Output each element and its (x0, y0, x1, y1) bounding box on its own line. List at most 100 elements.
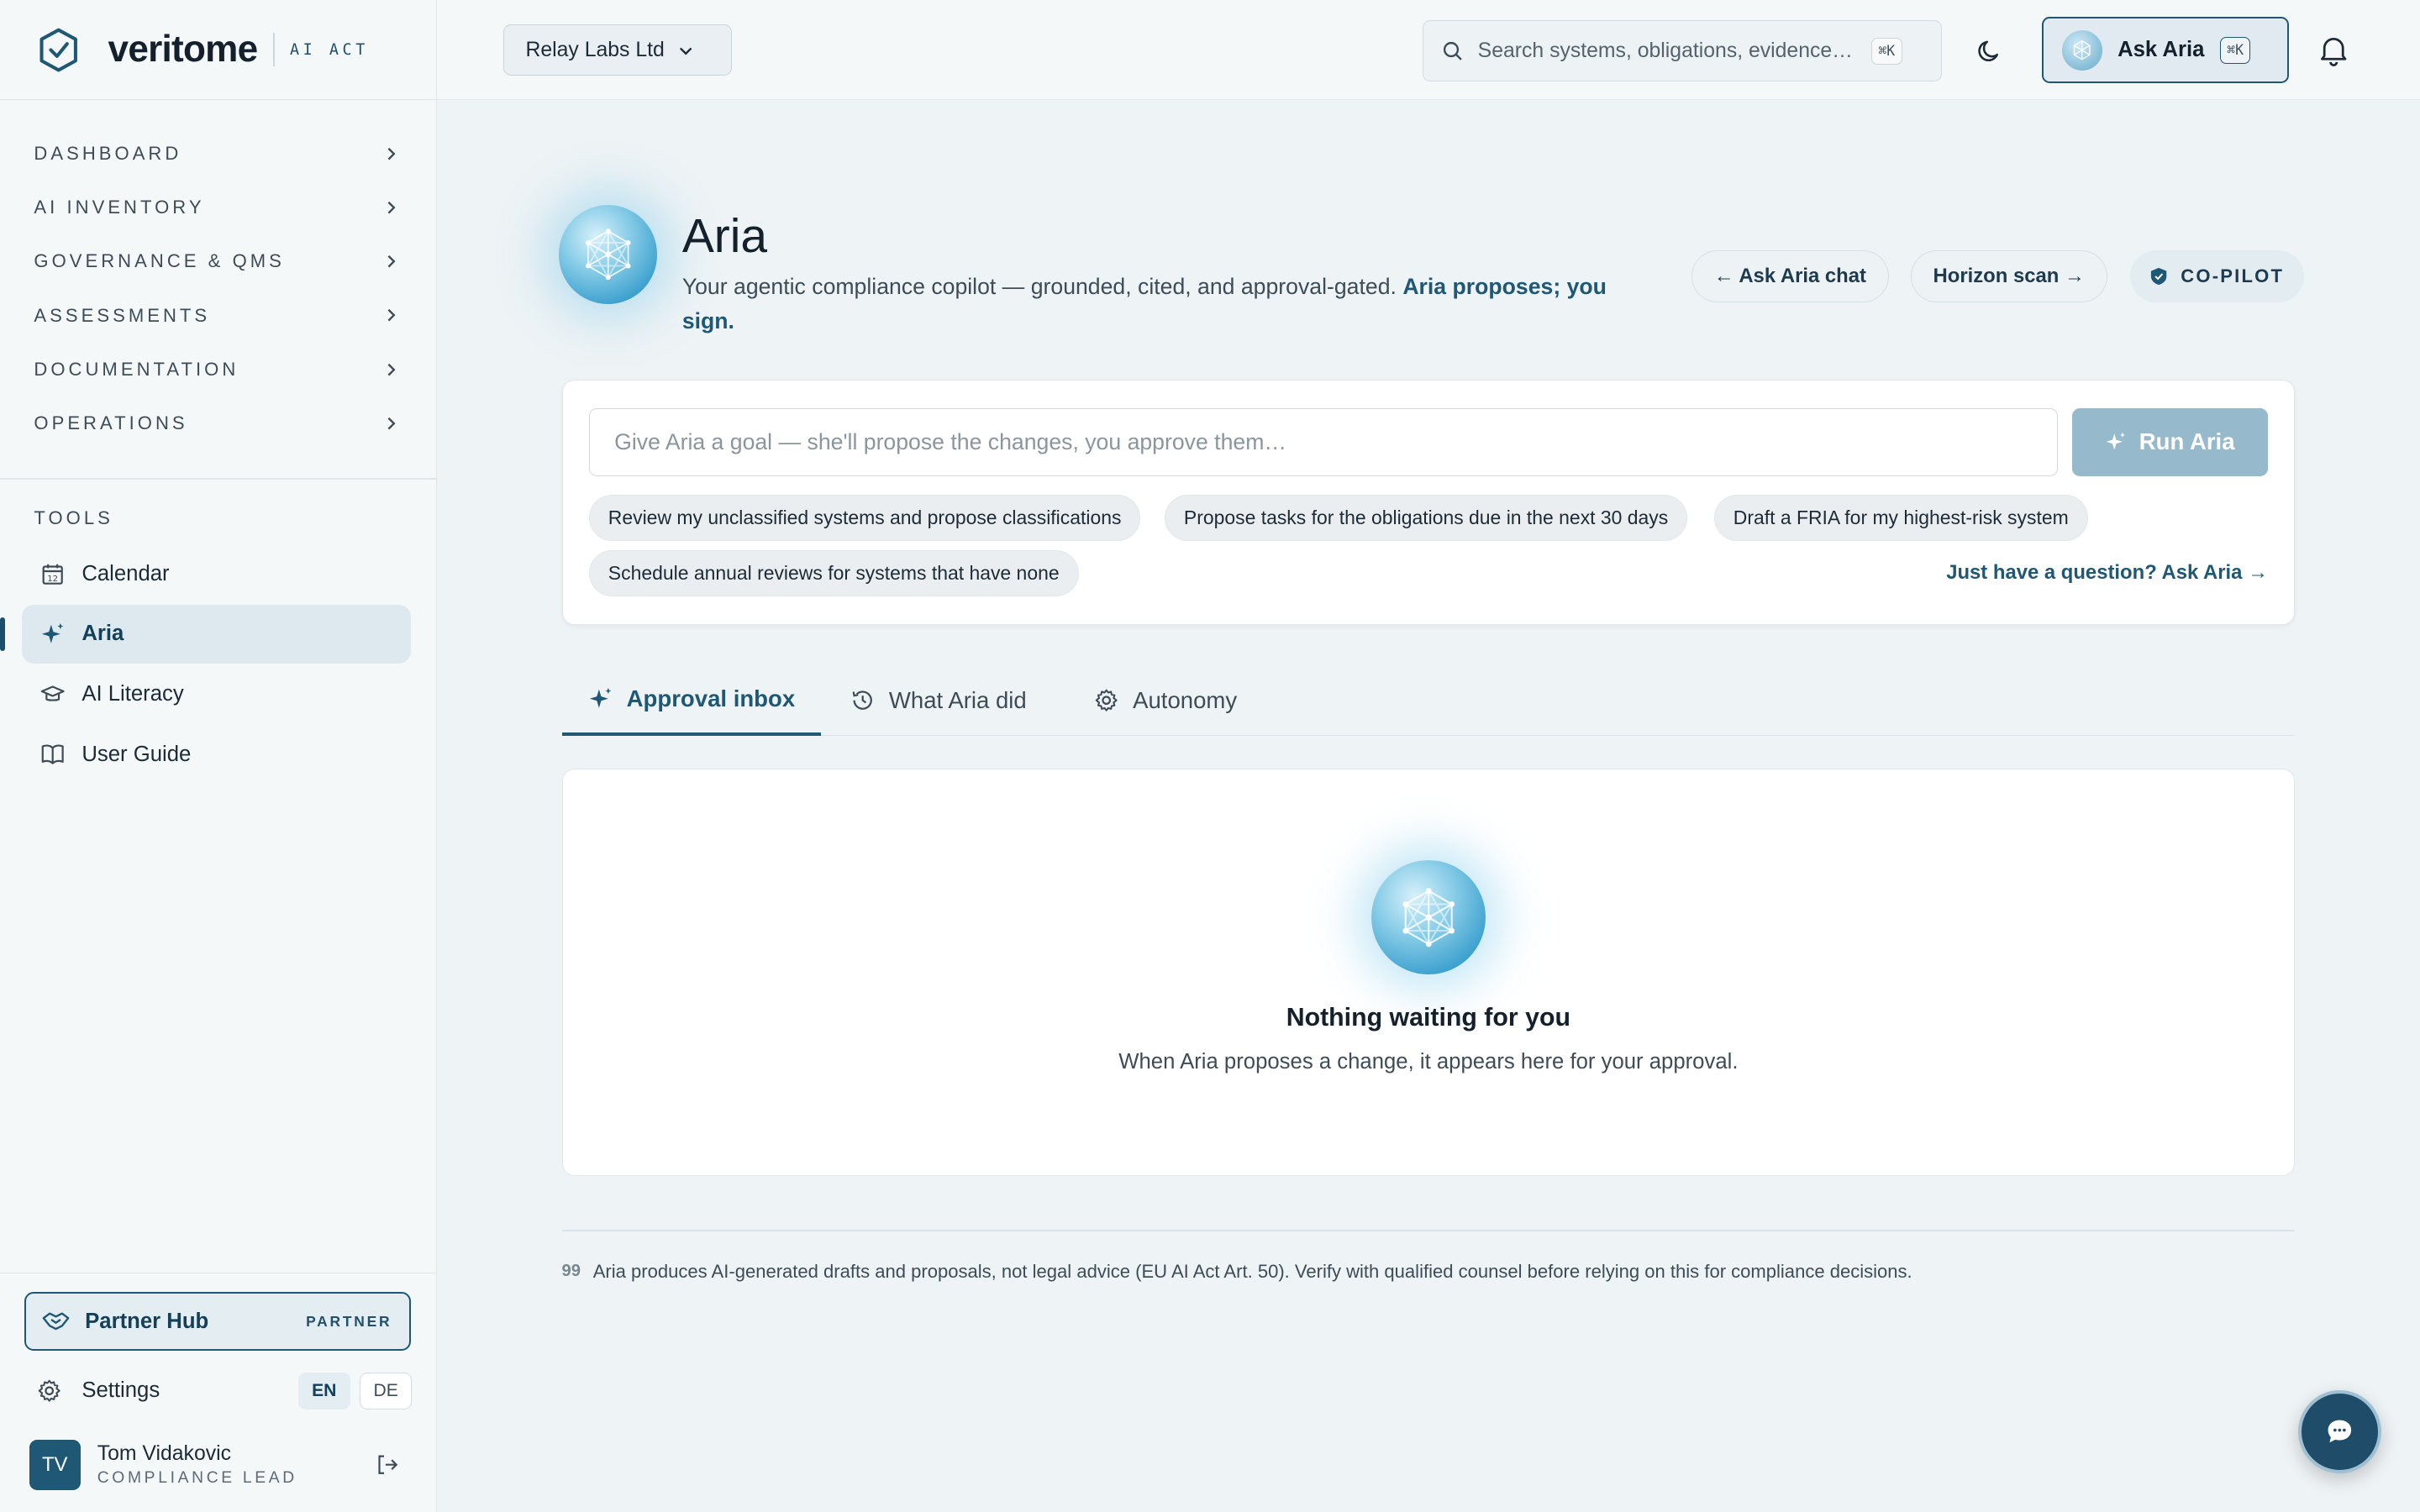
gear-icon (37, 1378, 61, 1403)
brand-tag: AI ACT (289, 40, 369, 59)
footer-divider (561, 1229, 2296, 1231)
empty-state-subtitle: When Aria proposes a change, it appears … (1118, 1049, 1739, 1074)
topbar: Relay Labs Ltd ⌘K Ask Aria ⌘K (436, 0, 2420, 101)
moon-icon[interactable] (1975, 37, 2003, 65)
nav-item-label: ASSESSMENTS (34, 304, 211, 326)
tab-label: Approval inbox (626, 685, 796, 711)
sidebar-item-label: Aria (82, 622, 124, 646)
empty-state-title: Nothing waiting for you (1286, 1003, 1570, 1032)
gear-icon (1094, 688, 1118, 712)
partner-hub-button[interactable]: Partner Hub PARTNER (24, 1292, 411, 1352)
ask-aria-shortcut: ⌘K (2219, 36, 2251, 64)
nav-item-label: DASHBOARD (34, 142, 182, 164)
aria-orb-icon (558, 205, 658, 304)
sidebar-item-label: AI Literacy (82, 681, 184, 706)
nav-item-dashboard[interactable]: DASHBOARD (0, 127, 436, 181)
sidebar-item-label: Calendar (82, 561, 170, 585)
legal-disclaimer: 99 Aria produces AI-generated drafts and… (562, 1261, 1912, 1283)
tab-label: Autonomy (1133, 686, 1238, 713)
page-title: Aria (681, 208, 768, 263)
nav-item-label: OPERATIONS (34, 412, 188, 434)
user-name: Tom Vidakovic (97, 1442, 232, 1466)
bell-icon[interactable] (2317, 33, 2350, 66)
disclaimer-text: Aria produces AI-generated drafts and pr… (592, 1260, 1912, 1282)
settings-row: Settings EN DE (37, 1371, 413, 1411)
goal-input[interactable] (588, 407, 2059, 476)
tools-section-label: TOOLS (34, 507, 113, 529)
nav-item-documentation[interactable]: DOCUMENTATION (0, 343, 436, 396)
nav-item-label: DOCUMENTATION (34, 358, 239, 380)
handshake-icon (42, 1310, 70, 1332)
run-aria-label: Run Aria (2139, 428, 2235, 455)
avatar[interactable]: TV (29, 1439, 81, 1491)
brand[interactable]: veritome AI ACT (0, 0, 436, 101)
nav-item-governance[interactable]: GOVERNANCE & QMS (0, 234, 436, 288)
logout-icon[interactable] (375, 1452, 399, 1477)
lang-en-button[interactable]: EN (297, 1372, 350, 1410)
subtitle-text: Your agentic compliance copilot — ground… (681, 274, 1397, 300)
language-switcher: EN DE (297, 1372, 413, 1410)
brand-name: veritome (108, 29, 259, 71)
ask-aria-label: Ask Aria (2118, 38, 2205, 62)
tab-label: What Aria did (888, 686, 1027, 713)
ask-question-link[interactable]: Just have a question? Ask Aria → (1946, 561, 2268, 585)
shield-check-logo-icon (37, 27, 80, 73)
empty-state-orb (1370, 860, 1486, 974)
nav-item-operations[interactable]: OPERATIONS (0, 396, 436, 450)
lang-de-button[interactable]: DE (359, 1372, 413, 1410)
goal-composer: Run Aria Review my unclassified systems … (561, 379, 2296, 625)
partner-badge: PARTNER (306, 1312, 392, 1330)
book-icon (40, 742, 65, 766)
chevron-right-icon (383, 362, 398, 377)
sparkle-icon (40, 622, 65, 646)
page-subtitle: Your agentic compliance copilot — ground… (682, 270, 1647, 338)
nav-item-ai-inventory[interactable]: AI INVENTORY (0, 181, 436, 234)
app-root: veritome AI ACT DASHBOARD AI INVENTORY G… (0, 0, 2420, 1512)
aria-tabs: Approval inbox What Aria did Autonomy (561, 665, 2296, 737)
quote-icon: 99 (561, 1262, 581, 1281)
shield-icon (2150, 267, 2167, 286)
suggestion-chip[interactable]: Review my unclassified systems and propo… (588, 494, 1141, 541)
sidebar-item-user-guide[interactable]: User Guide (22, 725, 412, 784)
chevron-right-icon (383, 416, 398, 431)
suggestion-chip[interactable]: Propose tasks for the obligations due in… (1164, 494, 1688, 541)
sidebar-item-calendar[interactable]: 12 Calendar (22, 544, 412, 603)
tab-approval-inbox[interactable]: Approval inbox (561, 665, 822, 737)
tab-autonomy[interactable]: Autonomy (1068, 665, 1263, 736)
sparkle-icon (588, 686, 613, 711)
chevron-right-icon (383, 200, 398, 215)
chevron-right-icon (383, 254, 398, 269)
suggestion-chip[interactable]: Draft a FRIA for my highest-risk system (1713, 494, 2088, 541)
brand-divider (272, 32, 275, 67)
ask-aria-chat-button[interactable]: ← Ask Aria chat (1691, 249, 1889, 302)
chat-fab-button[interactable] (2297, 1389, 2381, 1474)
suggestion-chip[interactable]: Schedule annual reviews for systems that… (588, 549, 1079, 596)
mode-badge: CO-PILOT (2129, 249, 2304, 302)
search-icon (1442, 40, 1464, 62)
run-aria-button[interactable]: Run Aria (2071, 407, 2269, 476)
sidebar-item-ai-literacy[interactable]: AI Literacy (22, 665, 412, 724)
history-icon (850, 688, 875, 712)
sidebar-item-aria[interactable]: Aria (0, 604, 412, 664)
calendar-icon: 12 (40, 562, 65, 586)
org-selector[interactable]: Relay Labs Ltd (502, 24, 732, 76)
org-name: Relay Labs Ltd (525, 38, 665, 61)
chevron-down-icon (678, 43, 693, 58)
horizon-scan-button[interactable]: Horizon scan → (1910, 249, 2107, 302)
chevron-right-icon (383, 307, 398, 323)
main-content: Aria Your agentic compliance copilot — g… (437, 100, 2420, 1512)
ask-aria-button[interactable]: Ask Aria ⌘K (2041, 17, 2289, 84)
aria-orb-icon (2061, 29, 2102, 71)
svg-text:12: 12 (47, 574, 58, 583)
nav-item-label: GOVERNANCE & QMS (34, 250, 285, 272)
sidebar: veritome AI ACT DASHBOARD AI INVENTORY G… (0, 0, 437, 1512)
search-shortcut: ⌘K (1871, 37, 1902, 65)
nav-item-assessments[interactable]: ASSESSMENTS (0, 288, 436, 342)
user-role: COMPLIANCE LEAD (97, 1468, 297, 1487)
tab-what-aria-did[interactable]: What Aria did (824, 665, 1053, 736)
partner-hub-label: Partner Hub (85, 1309, 209, 1333)
mode-badge-label: CO-PILOT (2181, 265, 2285, 286)
chevron-right-icon (383, 146, 398, 161)
settings-link[interactable]: Settings (82, 1378, 160, 1403)
search-input[interactable] (1477, 39, 1872, 63)
